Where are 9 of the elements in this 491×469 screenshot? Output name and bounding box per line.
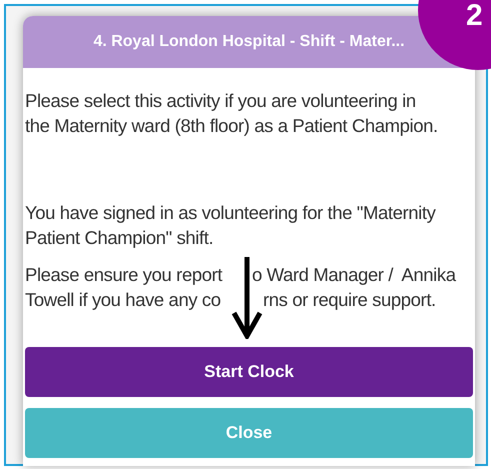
dialog-text: o Ward Manager / Annika	[252, 263, 456, 287]
dialog-text: You have signed in as volunteering for the "Maternity Patient Champion" shift.	[25, 201, 437, 250]
step-number: 2	[466, 1, 484, 31]
dialog-text: Towell if you have any co	[25, 288, 222, 312]
dialog-title: 4. Royal London Hospital - Shift - Mater...	[93, 32, 405, 52]
start-clock-button[interactable]: Start Clock	[25, 347, 473, 397]
dialog-text: rns or require support.	[263, 288, 436, 312]
dialog-text: Please ensure you report	[25, 263, 224, 287]
dialog-text: Please select this activity if you are volunteering in the Maternity ward (8th floor) as a Patient Champion.	[25, 89, 439, 138]
